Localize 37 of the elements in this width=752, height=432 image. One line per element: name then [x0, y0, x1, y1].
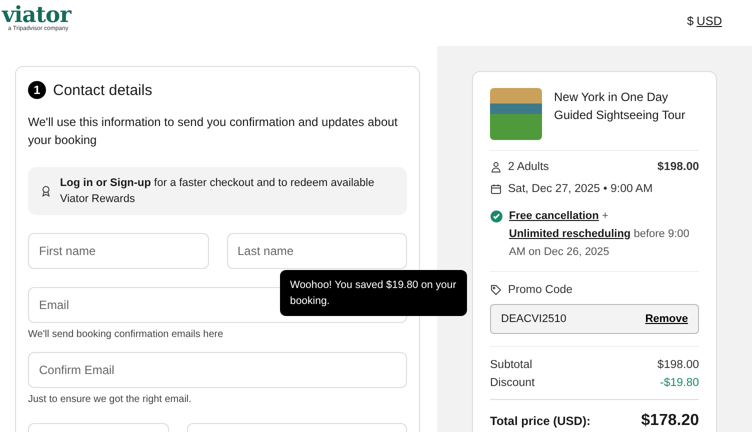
person-icon: [490, 161, 502, 173]
award-icon: [40, 184, 52, 198]
tag-icon: [490, 284, 502, 296]
email-hint: We'll send booking confirmation emails here: [28, 329, 224, 340]
photo-placeholder: [490, 88, 542, 140]
currency-symbol: $: [686, 14, 694, 28]
promo-label: Promo Code: [508, 284, 573, 296]
tour-title: New York in One Day Guided Sightseeing Tour: [554, 89, 686, 124]
total-label: Total price (USD):: [490, 414, 590, 428]
total-value: $178.20: [641, 412, 699, 430]
cancellation-policy: Free cancellation + Unlimited rescheduling before 9:00 AM on Dec 26, 2025: [509, 209, 690, 260]
price-text: $198.00: [657, 161, 699, 173]
date-text: Sat, Dec 27, 2025 • 9:00 AM: [508, 183, 653, 195]
step-number: 1: [28, 81, 46, 99]
promo-code-text: DEACVI2510: [501, 313, 566, 325]
name-field[interactable]: First name: [28, 233, 208, 269]
summary-label: Subtotal: [490, 359, 532, 371]
intro-text: We'll use this information to send you confirmation and updates about your booking: [28, 114, 399, 149]
currency-link[interactable]: USD: [696, 14, 722, 28]
login-banner[interactable]: Log in or Sign-up for a faster checkout and to redeem available Viator Rewards: [28, 167, 407, 215]
remove-button[interactable]: Remove: [645, 313, 688, 325]
savings-tooltip: Woohoo! You saved $19.80 on your booking.: [280, 270, 467, 316]
summary-label: Discount: [490, 377, 535, 389]
free-cancellation-link[interactable]: Free cancellation: [509, 210, 599, 222]
section-title: Contact details: [53, 82, 152, 98]
login-banner-text: Log in or Sign-up for a faster checkout and to redeem available Viator Rewards: [60, 176, 376, 207]
summary-value: -$19.80: [660, 377, 699, 389]
confirm-email-field[interactable]: Confirm Email: [28, 352, 407, 388]
confirm-email-hint: Just to ensure we got the right email.: [28, 394, 192, 405]
name-field[interactable]: Last name: [226, 233, 407, 269]
promo-code-field[interactable]: DEACVI2510 Remove: [490, 304, 699, 334]
summary-value: $198.00: [657, 359, 699, 371]
viator-logo[interactable]: viator: [2, 4, 71, 26]
calendar-icon: [490, 183, 502, 195]
check-circle-icon: [490, 210, 503, 223]
travelers-text: 2 Adults: [508, 161, 549, 173]
rescheduling-link[interactable]: Unlimited rescheduling: [509, 228, 631, 240]
